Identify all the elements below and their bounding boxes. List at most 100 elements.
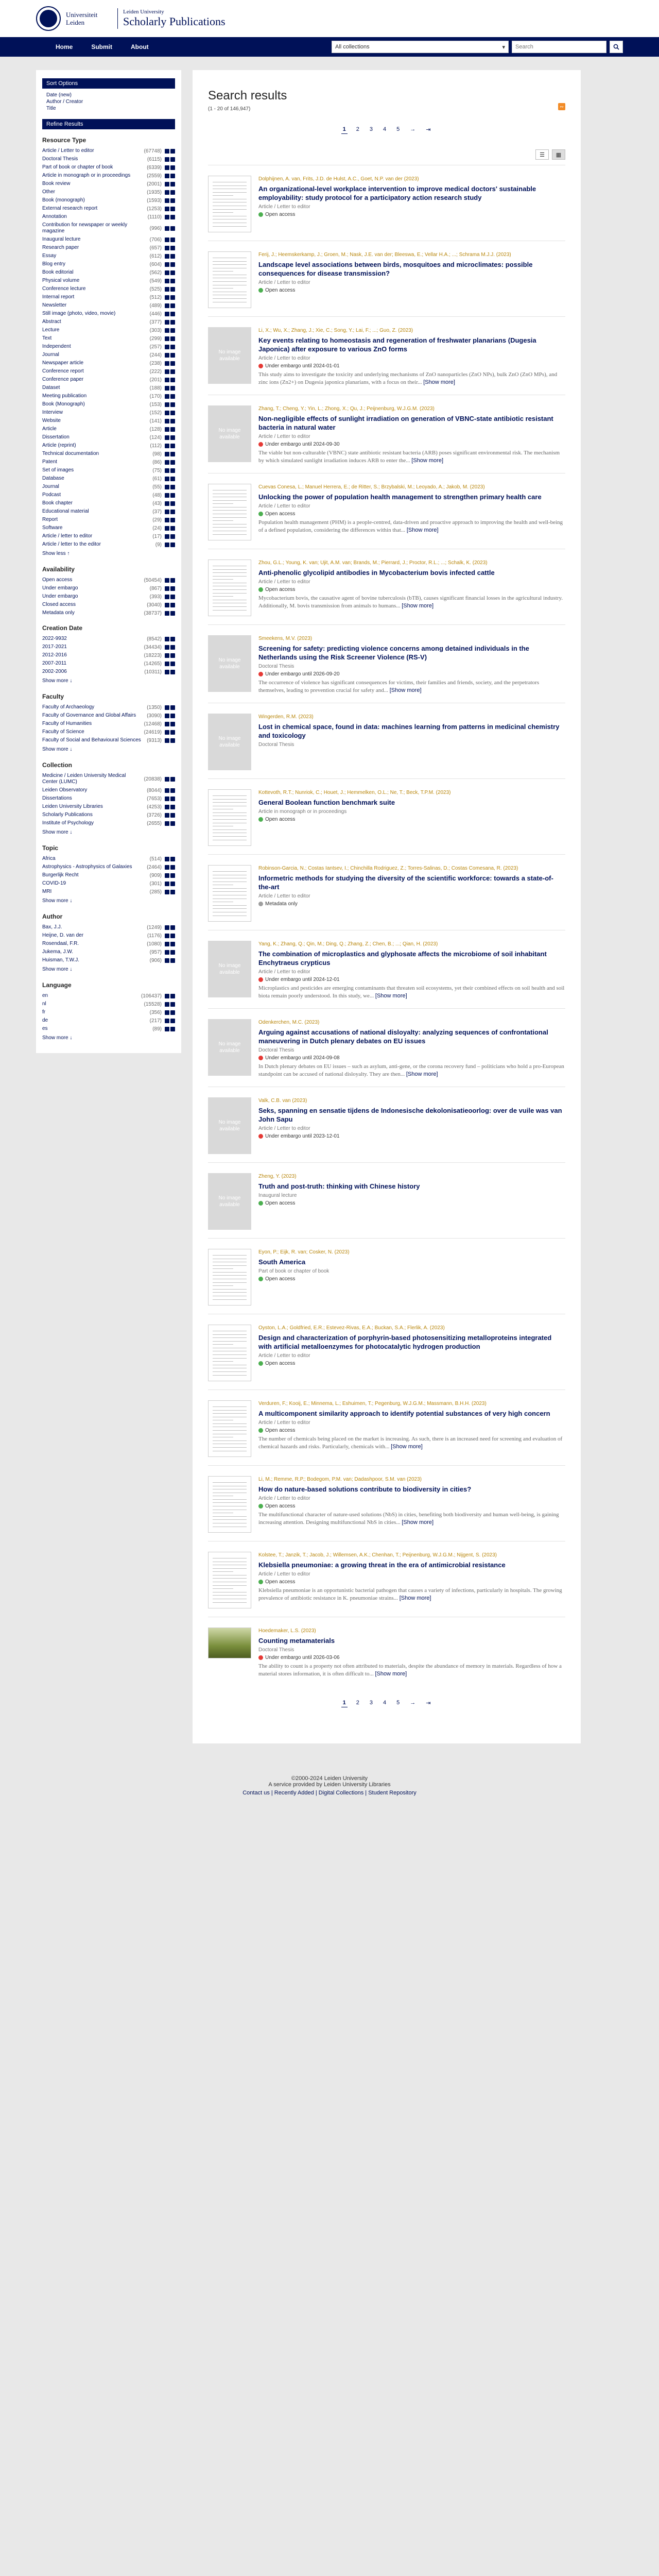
result-authors-text[interactable]: Odenkerchen, M.C. (2023) [258,1020,319,1025]
rss-icon[interactable] [165,1018,169,1023]
show-more-link[interactable]: Show more ↓ [42,744,175,754]
result-authors-text[interactable]: Eyon, P.; Eijk, R. van; Cosker, N. (2023… [258,1249,350,1255]
result-authors-text[interactable]: Valk, C.B. van (2023) [258,1098,307,1104]
sort-option[interactable]: Title [42,105,175,112]
filter-icon[interactable] [170,925,175,930]
rss-icon[interactable] [165,821,169,826]
filter-icon[interactable] [170,352,175,358]
grid-view-icon[interactable]: ▦ [552,149,565,160]
pagination-link[interactable]: → [408,1699,417,1707]
filter-icon[interactable] [170,812,175,818]
rss-icon[interactable] [165,509,169,514]
result-title[interactable]: Truth and post-truth: thinking with Chin… [258,1182,565,1191]
show-more-abstract-link[interactable]: [Show more] [411,457,443,464]
result-authors-text[interactable]: Kottevoth, R.T.; Nunriok, C.; Houet, J.;… [258,790,450,795]
nav-about[interactable]: About [122,37,158,57]
result-title[interactable]: Seks, spanning en sensatie tijdens de In… [258,1106,565,1124]
facet-item[interactable]: Research paper (657) [42,244,175,252]
result-authors-text[interactable]: Zheng, Y. (2023) [258,1174,297,1179]
filter-icon[interactable] [170,776,175,782]
filter-icon[interactable] [170,1018,175,1023]
facet-item[interactable]: Set of images (75) [42,466,175,474]
facet-item[interactable]: Africa (514) [42,855,175,863]
result-authors[interactable]: Robinson-Garcia, N.; Costas Iantsev, I.;… [258,865,565,872]
thumbnail-document[interactable] [208,1552,251,1608]
filter-icon[interactable] [170,427,175,432]
pagination-link[interactable]: ⇥ [424,125,432,134]
university-logo[interactable]: Universiteit Leiden [36,6,112,31]
rss-icon[interactable] [165,418,169,423]
facet-item[interactable]: Podcast (48) [42,491,175,499]
pagination-link[interactable]: 4 [381,125,388,134]
filter-icon[interactable] [170,721,175,726]
filter-icon[interactable] [170,418,175,423]
filter-icon[interactable] [170,286,175,292]
nav-submit[interactable]: Submit [82,37,122,57]
filter-icon[interactable] [170,493,175,498]
filter-icon[interactable] [170,336,175,341]
nav-home[interactable]: Home [36,37,82,57]
thumbnail-document[interactable] [208,1400,251,1457]
thumbnail-placeholder[interactable]: No image available [208,1097,251,1154]
rss-icon[interactable] [165,578,169,583]
facet-item[interactable]: Metadata only (38737) [42,609,175,617]
result-authors-text[interactable]: Wingerden, R.M. (2023) [258,714,314,720]
facet-item[interactable]: Essay (612) [42,252,175,260]
rss-icon[interactable] [165,148,169,154]
result-authors-text[interactable]: Oyston, L.A.; Goldfried, E.R.; Estevez-R… [258,1325,445,1331]
rss-icon[interactable] [165,1002,169,1007]
show-more-abstract-link[interactable]: [Show more] [407,527,439,533]
result-authors[interactable]: Eyon, P.; Eijk, R. van; Cosker, N. (2023… [258,1249,565,1256]
show-more-abstract-link[interactable]: [Show more] [375,993,407,999]
filter-icon[interactable] [170,738,175,743]
rss-icon[interactable] [165,705,169,710]
filter-icon[interactable] [170,856,175,861]
filter-icon[interactable] [170,705,175,710]
facet-item[interactable]: Technical documentation (98) [42,450,175,458]
search-input[interactable] [512,41,606,53]
facet-item[interactable]: Meeting publication (170) [42,392,175,400]
result-authors-text[interactable]: Hoedemaker, L.S. (2023) [258,1628,316,1634]
rss-icon[interactable] [165,427,169,432]
facet-item[interactable]: Faculty of Social and Behavioural Scienc… [42,736,175,744]
facet-item[interactable]: Blog entry (604) [42,260,175,268]
facet-item[interactable]: Under embargo (867) [42,584,175,592]
result-title[interactable]: Non-negligible effects of sunlight irrad… [258,414,565,432]
rss-icon[interactable] [165,738,169,743]
rss-icon[interactable] [165,476,169,481]
rss-icon[interactable] [165,881,169,886]
filter-icon[interactable] [170,517,175,522]
rss-icon[interactable] [165,237,169,242]
facet-item[interactable]: Huisman, T.W.J. (906) [42,956,175,964]
filter-icon[interactable] [170,542,175,547]
result-title[interactable]: Informetric methods for studying the div… [258,874,565,891]
facet-item[interactable]: MRI (285) [42,888,175,896]
facet-item[interactable]: COVID-19 (301) [42,879,175,888]
facet-item[interactable]: en (106437) [42,992,175,1000]
filter-icon[interactable] [170,369,175,374]
facet-item[interactable]: Inaugural lecture (706) [42,235,175,244]
rss-icon[interactable] [165,181,169,187]
facet-item[interactable]: Lecture (303) [42,326,175,334]
rss-icon[interactable] [165,534,169,539]
filter-icon[interactable] [170,661,175,666]
rss-icon[interactable] [165,245,169,250]
facet-item[interactable]: Open access (50454) [42,576,175,584]
rss-icon[interactable] [165,344,169,349]
result-authors-text[interactable]: Zhou, G.L.; Young, K. van; Ujit, A.M. va… [258,560,488,566]
filter-icon[interactable] [170,958,175,963]
facet-item[interactable]: Journal (55) [42,483,175,491]
facet-item[interactable]: 2002-2006 (10311) [42,668,175,676]
filter-icon[interactable] [170,501,175,506]
rss-icon[interactable] [165,776,169,782]
result-authors[interactable]: Kottevoth, R.T.; Nunriok, C.; Houet, J.;… [258,789,565,796]
facet-item[interactable]: Burgerlijk Recht (909) [42,871,175,879]
result-authors[interactable]: Odenkerchen, M.C. (2023) [258,1019,565,1026]
result-authors[interactable]: Zhou, G.L.; Young, K. van; Ujit, A.M. va… [258,560,565,566]
rss-icon[interactable] [165,873,169,878]
rss-icon[interactable] [165,262,169,267]
show-more-abstract-link[interactable]: [Show more] [423,379,455,385]
rss-icon[interactable] [165,385,169,391]
rss-icon[interactable] [165,198,169,203]
pagination-link[interactable]: 3 [368,125,374,134]
